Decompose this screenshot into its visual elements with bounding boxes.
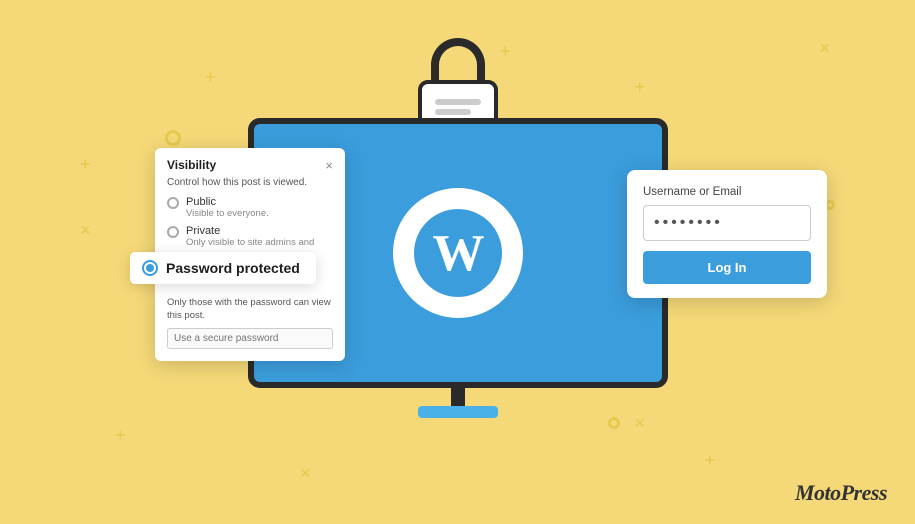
wp-letter: W (433, 224, 483, 283)
vp-option-public-text: Public Visible to everyone. (186, 196, 269, 219)
vp-radio-dot (146, 264, 154, 272)
padlock-line-1 (435, 99, 481, 105)
deco-x-1: × (819, 38, 830, 59)
deco-plus-2: + (500, 42, 511, 60)
vp-option-private[interactable]: Private Only visible to site admins and (167, 225, 333, 248)
vp-title: Visibility (167, 158, 216, 172)
motopress-branding: MotoPress (795, 480, 887, 506)
vp-option-public-desc: Visible to everyone. (186, 208, 269, 219)
wp-logo-inner: W (408, 203, 508, 303)
wordpress-logo: W (393, 188, 523, 318)
deco-circle-1 (165, 130, 181, 146)
vp-password-selected-option[interactable]: Password protected (130, 252, 316, 284)
lp-password-input[interactable] (643, 205, 811, 241)
vp-option-private-desc: Only visible to site admins and (186, 237, 314, 248)
deco-plus-3: + (634, 78, 645, 96)
deco-plus-4: + (115, 426, 126, 444)
vp-option-public[interactable]: Public Visible to everyone. (167, 196, 333, 219)
padlock-line-2 (435, 109, 472, 115)
vp-subtitle: Control how this post is viewed. (167, 177, 333, 188)
lp-username-label: Username or Email (643, 186, 811, 198)
vp-close-button[interactable]: × (325, 159, 333, 172)
vp-radio-selected (142, 260, 158, 276)
vp-secure-password-input[interactable] (167, 328, 333, 349)
vp-radio-private[interactable] (167, 226, 179, 238)
deco-plus-1: + (205, 68, 216, 86)
deco-plus-6: + (80, 155, 91, 173)
lp-login-button[interactable]: Log In (643, 251, 811, 284)
login-panel: Username or Email Log In (627, 170, 827, 298)
vp-bottom: Only those with the password can view th… (167, 296, 333, 349)
vp-bottom-desc: Only those with the password can view th… (167, 296, 333, 323)
vp-radio-public[interactable] (167, 197, 179, 209)
vp-option-public-label: Public (186, 196, 269, 208)
motopress-label: MotoPress (795, 480, 887, 505)
deco-plus-5: + (704, 451, 715, 469)
monitor-base (418, 406, 498, 418)
deco-circle-2 (608, 417, 620, 429)
padlock-shackle (431, 38, 485, 80)
vp-header: Visibility × (167, 158, 333, 172)
vp-option-private-text: Private Only visible to site admins and (186, 225, 314, 248)
vp-option-private-label: Private (186, 225, 314, 237)
deco-x-4: × (300, 463, 311, 484)
deco-x-3: × (80, 220, 91, 241)
vp-password-selected-label: Password protected (166, 260, 300, 276)
